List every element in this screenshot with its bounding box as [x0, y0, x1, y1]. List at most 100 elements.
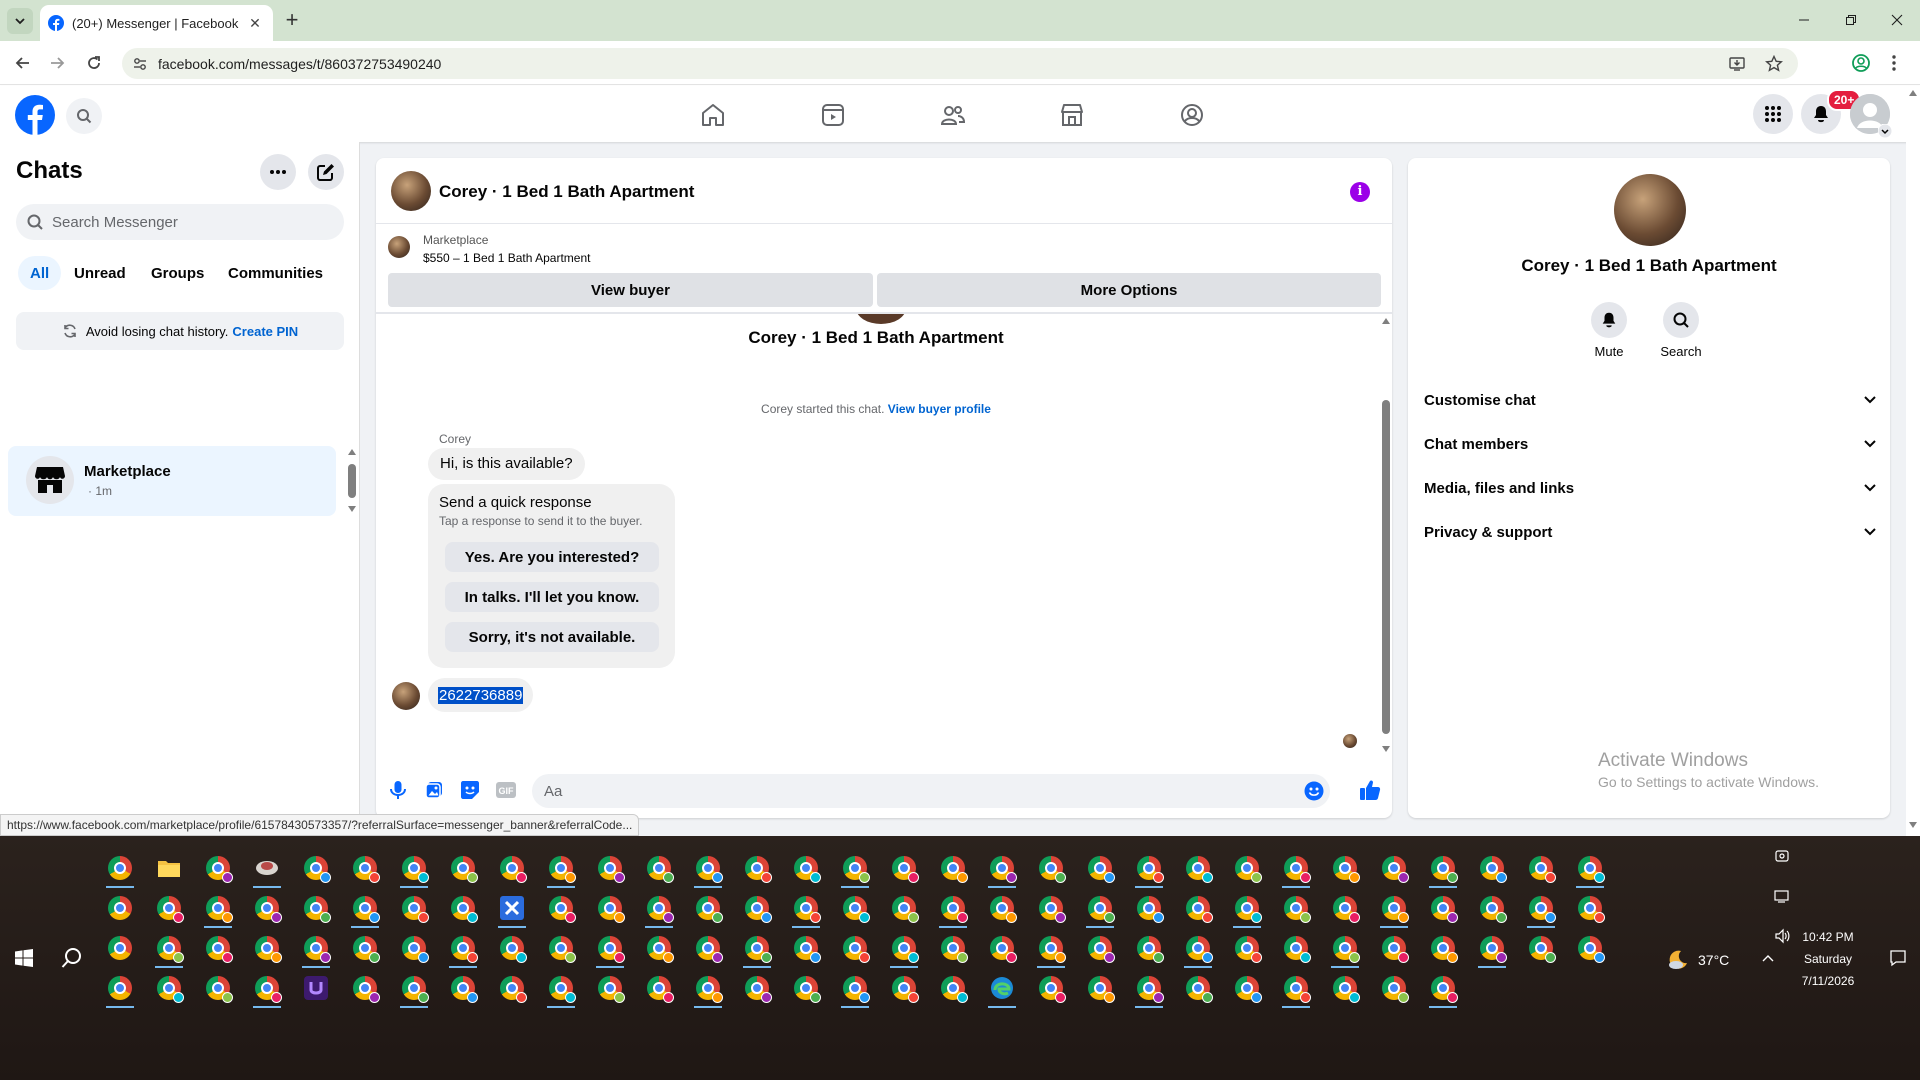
restore-button[interactable]: [1836, 8, 1866, 32]
chrome-icon[interactable]: [786, 968, 826, 1008]
taskbar-clock[interactable]: 10:42 PM Saturday 7/11/2026: [1788, 926, 1868, 992]
chrome-icon[interactable]: [1031, 888, 1071, 928]
more-options-button[interactable]: More Options: [877, 273, 1381, 307]
chrome-icon[interactable]: [590, 848, 630, 888]
close-window-button[interactable]: [1882, 8, 1912, 32]
file-explorer-icon[interactable]: [149, 848, 189, 888]
chat-scrollbar[interactable]: [1379, 314, 1392, 762]
scroll-down-icon[interactable]: [1382, 746, 1390, 752]
chrome-icon[interactable]: [1325, 928, 1365, 968]
chat-options-button[interactable]: [260, 154, 296, 190]
chrome-icon[interactable]: [1472, 928, 1512, 968]
tab-close-icon[interactable]: ✕: [245, 13, 265, 33]
chrome-icon[interactable]: [884, 968, 924, 1008]
chrome-icon[interactable]: [737, 968, 777, 1008]
chrome-icon[interactable]: [198, 928, 238, 968]
chat-members-row[interactable]: Chat members: [1424, 422, 1876, 466]
start-button[interactable]: [0, 836, 48, 1080]
chrome-icon[interactable]: [786, 928, 826, 968]
forward-button[interactable]: [45, 51, 69, 75]
messenger-search[interactable]: [16, 204, 344, 240]
browser-tab[interactable]: (20+) Messenger | Facebook ✕: [40, 5, 273, 41]
scroll-down-icon[interactable]: [1909, 822, 1917, 828]
filter-groups[interactable]: Groups: [139, 256, 216, 290]
chrome-icon[interactable]: [1080, 968, 1120, 1008]
chrome-icon[interactable]: [737, 888, 777, 928]
chat-scroll-thumb[interactable]: [1382, 400, 1390, 734]
minimize-button[interactable]: [1789, 8, 1819, 32]
weather-widget[interactable]: 37°C: [1666, 948, 1729, 972]
search-in-chat-button[interactable]: Search: [1651, 302, 1711, 359]
chrome-icon[interactable]: [492, 848, 532, 888]
chrome-icon[interactable]: [345, 848, 385, 888]
chrome-icon[interactable]: [198, 848, 238, 888]
scroll-up-icon[interactable]: [348, 449, 356, 455]
chrome-icon[interactable]: [835, 968, 875, 1008]
chrome-icon[interactable]: [247, 928, 287, 968]
chrome-icon[interactable]: [639, 928, 679, 968]
chrome-icon[interactable]: [149, 888, 189, 928]
chrome-icon[interactable]: [1178, 968, 1218, 1008]
chrome-icon[interactable]: [1031, 968, 1071, 1008]
chrome-icon[interactable]: [884, 928, 924, 968]
listing-title[interactable]: $550 – 1 Bed 1 Bath Apartment: [423, 251, 590, 265]
chrome-icon[interactable]: [1178, 888, 1218, 928]
chrome-icon[interactable]: [541, 888, 581, 928]
nav-video[interactable]: [818, 100, 848, 130]
chrome-icon[interactable]: [639, 968, 679, 1008]
selected-message-text[interactable]: 2622736889: [438, 686, 524, 704]
chrome-icon[interactable]: [590, 888, 630, 928]
chrome-icon[interactable]: [1080, 848, 1120, 888]
chrome-icon[interactable]: [1178, 928, 1218, 968]
chrome-icon[interactable]: [1031, 928, 1071, 968]
chrome-icon[interactable]: [1374, 968, 1414, 1008]
chrome-icon[interactable]: [639, 888, 679, 928]
chrome-icon[interactable]: [443, 848, 483, 888]
emoji-icon[interactable]: [1304, 781, 1324, 801]
chrome-icon[interactable]: [1325, 888, 1365, 928]
chrome-icon[interactable]: [198, 888, 238, 928]
chrome-icon[interactable]: [394, 928, 434, 968]
chrome-icon[interactable]: [737, 848, 777, 888]
edge-browser-icon[interactable]: [982, 968, 1022, 1008]
create-pin-link[interactable]: Create PIN: [232, 324, 298, 339]
like-button[interactable]: [1358, 778, 1382, 802]
tab-search-button[interactable]: [7, 8, 33, 34]
quick-response-yes[interactable]: Yes. Are you interested?: [445, 542, 659, 572]
sidebar-scrollbar[interactable]: [348, 464, 356, 498]
chrome-icon[interactable]: [1276, 928, 1316, 968]
chrome-icon[interactable]: [1423, 888, 1463, 928]
chrome-icon[interactable]: [1227, 928, 1267, 968]
back-button[interactable]: [11, 51, 35, 75]
chrome-icon[interactable]: [688, 968, 728, 1008]
chrome-icon[interactable]: [1178, 848, 1218, 888]
chrome-icon[interactable]: [1031, 848, 1071, 888]
conversation-item[interactable]: Marketplace · 1m: [8, 446, 336, 516]
chrome-icon[interactable]: [394, 888, 434, 928]
attach-photo-button[interactable]: [422, 778, 446, 802]
chrome-icon[interactable]: [1080, 928, 1120, 968]
voice-clip-button[interactable]: [386, 778, 410, 802]
reload-button[interactable]: [82, 51, 106, 75]
chrome-icon[interactable]: [100, 848, 140, 888]
new-message-button[interactable]: [308, 154, 344, 190]
chrome-icon[interactable]: [688, 848, 728, 888]
privacy-support-row[interactable]: Privacy & support: [1424, 510, 1876, 554]
chrome-icon[interactable]: [1521, 888, 1561, 928]
facebook-logo-icon[interactable]: [15, 95, 55, 135]
chrome-icon[interactable]: [296, 928, 336, 968]
chrome-icon[interactable]: [1325, 968, 1365, 1008]
chrome-icon[interactable]: [933, 928, 973, 968]
chrome-icon[interactable]: [1374, 848, 1414, 888]
chrome-icon[interactable]: [688, 928, 728, 968]
chrome-icon[interactable]: [100, 928, 140, 968]
chrome-icon[interactable]: [1374, 928, 1414, 968]
chrome-icon[interactable]: [296, 848, 336, 888]
chrome-icon[interactable]: [1129, 888, 1169, 928]
chrome-icon[interactable]: [1472, 888, 1512, 928]
chrome-icon[interactable]: [1129, 928, 1169, 968]
app-x-icon[interactable]: [492, 888, 532, 928]
account-chevron-icon[interactable]: [1878, 124, 1892, 138]
chrome-icon[interactable]: [590, 928, 630, 968]
view-buyer-profile-link[interactable]: View buyer profile: [888, 402, 991, 416]
